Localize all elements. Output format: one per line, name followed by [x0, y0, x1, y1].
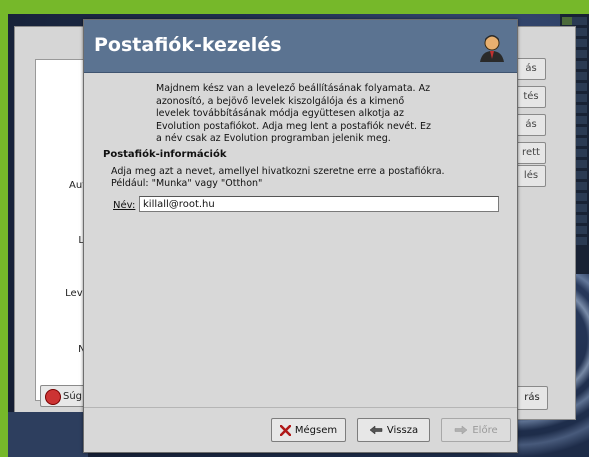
name-label: Név: [113, 200, 136, 211]
bg-right-button-1[interactable]: ás [516, 58, 546, 80]
account-name-input[interactable] [139, 196, 499, 212]
taskbar-fragment [8, 412, 88, 457]
green-border-top [0, 0, 589, 14]
bg-right-button-4[interactable]: rett [516, 142, 546, 164]
dialog-body: Majdnem kész van a levelező beállításána… [84, 73, 517, 403]
forward-button-label: Előre [472, 424, 498, 436]
back-button[interactable]: Vissza [357, 418, 430, 442]
forward-button[interactable]: Előre [441, 418, 511, 442]
green-border-left [0, 0, 8, 457]
bg-bottom-right-button[interactable]: rás [516, 386, 548, 410]
bg-right-button-3[interactable]: ás [516, 114, 546, 136]
section-description: Adja meg azt a nevet, amellyel hivatkozn… [111, 166, 445, 189]
back-button-label: Vissza [386, 424, 419, 436]
right-arrow-icon [455, 425, 468, 435]
x-icon [279, 424, 291, 436]
dialog-header: Postafiók-kezelés [84, 20, 517, 73]
help-icon [45, 389, 61, 405]
intro-text: Majdnem kész van a levelező beállításána… [156, 83, 432, 144]
bg-right-button-5[interactable]: lés [516, 165, 546, 187]
section-title: Postafiók-információk [103, 149, 227, 160]
dialog-title: Postafiók-kezelés [94, 34, 282, 56]
account-setup-dialog: Postafiók-kezelés Majdnem kész van a lev… [83, 19, 518, 453]
person-icon [480, 35, 504, 62]
cancel-button-label: Mégsem [294, 424, 338, 436]
left-arrow-icon [369, 425, 383, 435]
dialog-button-bar: Mégsem Vissza Előre [84, 407, 517, 452]
cancel-button[interactable]: Mégsem [271, 418, 346, 442]
bg-right-button-2[interactable]: tés [516, 86, 546, 108]
help-button-label: Súg [63, 391, 83, 402]
